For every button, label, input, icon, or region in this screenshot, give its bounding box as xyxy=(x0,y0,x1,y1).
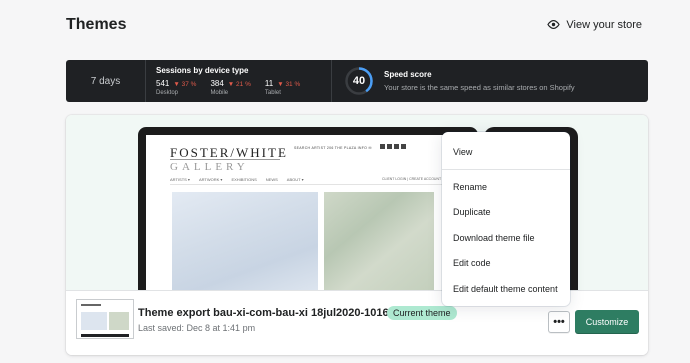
desktop-preview: FOSTER/WHITE GALLERY SEARCH ARTIST 206 T… xyxy=(138,127,478,290)
artwork-image xyxy=(172,192,318,290)
artwork-image xyxy=(324,192,434,290)
site-nav-item: NEWS xyxy=(265,177,278,182)
device-tablet: 11 ▼ 31 % Tablet xyxy=(265,79,300,96)
device-label: Desktop xyxy=(156,90,179,96)
eye-icon xyxy=(547,20,561,29)
device-value: 384 xyxy=(210,79,224,88)
change-down-indicator: ▼ 37 % xyxy=(173,81,197,88)
change-down-indicator: ▼ 31 % xyxy=(277,81,301,88)
device-value: 11 xyxy=(264,79,274,88)
site-nav-item: ARTWORK ▾ xyxy=(198,177,223,182)
device-label: Tablet xyxy=(264,90,281,96)
site-nav-item: EXHIBITIONS xyxy=(231,177,257,182)
social-icon xyxy=(394,144,399,149)
site-nav: ARTISTS ▾ ARTWORK ▾ EXHIBITIONS NEWS ABO… xyxy=(170,177,304,182)
theme-thumbnail xyxy=(76,299,134,339)
device-desktop: 541 ▼ 37 % Desktop xyxy=(156,79,196,96)
current-theme-badge: Current theme xyxy=(387,306,457,320)
speed-score-section[interactable]: 40 Speed score Your store is the same sp… xyxy=(332,60,648,102)
device-value: 541 xyxy=(156,79,170,88)
theme-actions-menu: View Rename Duplicate Download theme fil… xyxy=(442,132,570,306)
last-saved-text: Last saved: Dec 8 at 1:41 pm xyxy=(138,323,256,333)
device-label: Mobile xyxy=(210,90,229,96)
speed-score-title: Speed score xyxy=(384,70,432,79)
site-topbar: SEARCH ARTIST 206 THE PLAZA INFO ✉ xyxy=(294,146,372,150)
stats-bar: 7 days Sessions by device type 541 ▼ 37 %… xyxy=(66,60,648,102)
sessions-by-device: Sessions by device type 541 ▼ 37 % Deskto… xyxy=(146,60,332,102)
speed-score-description: Your store is the same speed as similar … xyxy=(384,83,575,92)
site-logo-sub: GALLERY xyxy=(170,161,249,173)
logo-divider xyxy=(170,159,280,160)
device-mobile: 384 ▼ 21 % Mobile xyxy=(210,79,250,96)
menu-item-rename[interactable]: Rename xyxy=(442,174,570,200)
more-actions-button[interactable]: ••• xyxy=(548,311,570,333)
menu-item-edit-default-theme-content[interactable]: Edit default theme content xyxy=(442,276,570,302)
site-nav-item: ABOUT ▾ xyxy=(286,177,304,182)
menu-item-duplicate[interactable]: Duplicate xyxy=(442,200,570,226)
view-store-label: View your store xyxy=(566,18,642,31)
nav-divider xyxy=(170,184,470,185)
theme-name: Theme export bau-xi-com-bau-xi 18jul2020… xyxy=(138,307,400,319)
customize-button[interactable]: Customize xyxy=(575,310,639,334)
speed-gauge: 40 xyxy=(344,66,374,96)
social-icon xyxy=(380,144,385,149)
social-icon xyxy=(387,144,392,149)
page-title: Themes xyxy=(66,16,127,33)
site-account-links: CLIENT LOGIN | CREATE ACCOUNT xyxy=(382,177,442,181)
menu-item-download-theme-file[interactable]: Download theme file xyxy=(442,225,570,251)
social-icons xyxy=(380,144,406,149)
speed-score-value: 40 xyxy=(352,75,366,87)
sessions-title: Sessions by device type xyxy=(156,66,249,75)
view-store-link[interactable]: View your store xyxy=(547,18,642,31)
menu-item-edit-code[interactable]: Edit code xyxy=(442,251,570,277)
site-nav-item: ARTISTS ▾ xyxy=(170,177,190,182)
period-selector[interactable]: 7 days xyxy=(66,60,146,102)
social-icon xyxy=(401,144,406,149)
menu-item-view[interactable]: View xyxy=(442,138,570,166)
change-down-indicator: ▼ 21 % xyxy=(227,81,251,88)
menu-divider xyxy=(442,169,570,170)
desktop-preview-screen: FOSTER/WHITE GALLERY SEARCH ARTIST 206 T… xyxy=(146,135,470,290)
